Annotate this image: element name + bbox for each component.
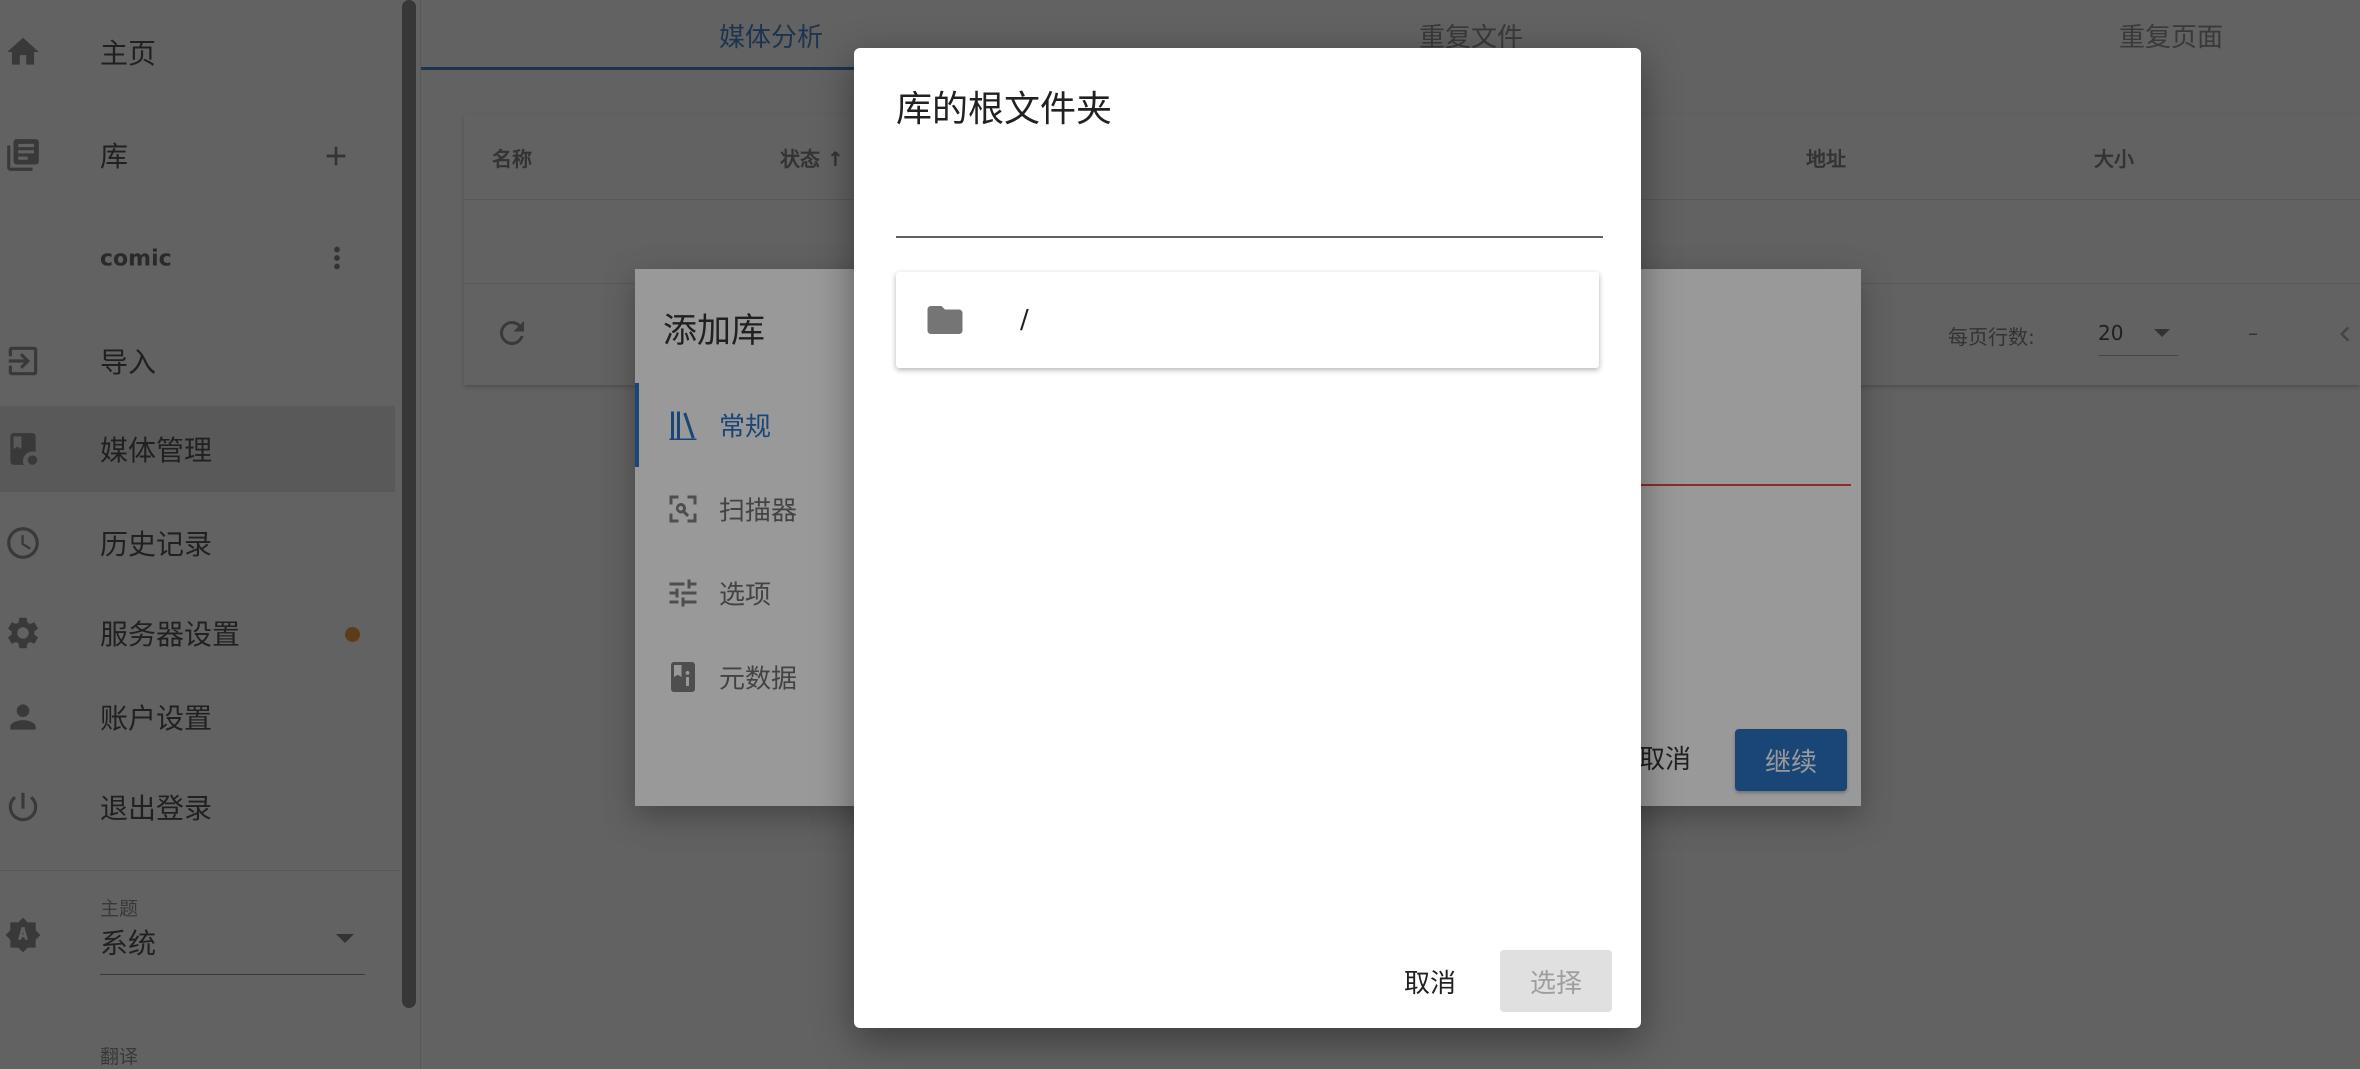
select-button[interactable]: 选择 [1500,950,1612,1012]
root-folder-title: 库的根文件夹 [896,89,1113,130]
cancel-button[interactable]: 取消 [1384,950,1476,1012]
folder-item-label: / [1020,305,1029,335]
folder-icon [927,306,963,334]
root-folder-dialog: 库的根文件夹 / 取消 选择 [854,48,1641,1028]
folder-path-input[interactable] [896,188,1603,238]
folder-item[interactable]: / [896,272,1599,368]
